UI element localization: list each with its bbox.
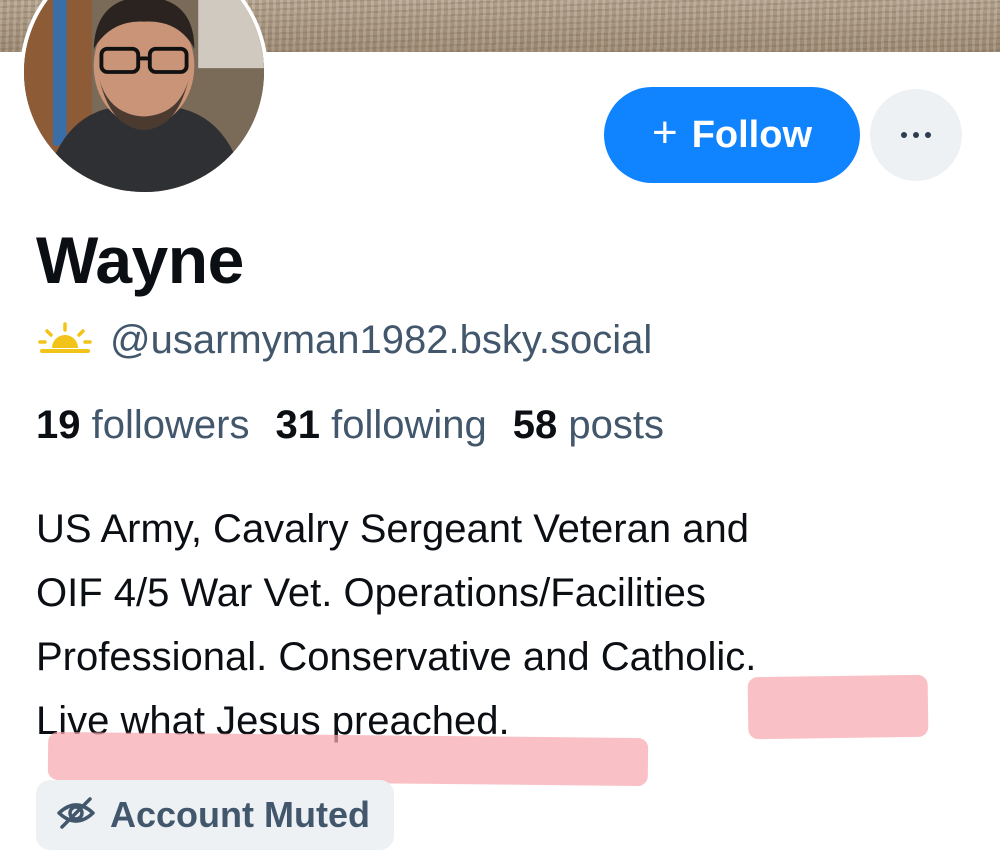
highlight-mark <box>47 731 649 787</box>
ellipsis-icon-dot <box>913 132 919 138</box>
plus-icon: + <box>651 108 678 157</box>
display-name: Wayne <box>36 223 244 297</box>
bio-line: OIF 4/5 War Vet. Operations/Facilities <box>36 571 706 615</box>
posts-count: 58 <box>512 403 558 447</box>
following-count: 31 <box>275 403 320 447</box>
eye-slash-icon <box>56 795 96 836</box>
follow-label: Follow <box>691 113 812 156</box>
bio-line: US Army, Cavalry Sergeant Veteran and <box>36 507 749 551</box>
avatar[interactable] <box>20 0 268 196</box>
account-muted-badge: Account Muted <box>36 780 394 850</box>
ellipsis-icon <box>901 132 907 138</box>
more-options-button[interactable] <box>870 89 962 181</box>
followers-link[interactable]: 19 followers <box>36 403 249 448</box>
highlight-mark <box>747 674 929 740</box>
followers-label: followers <box>91 403 250 447</box>
following-label: following <box>331 403 487 447</box>
profile-stats: 19 followers 31 following 58 posts <box>36 403 664 448</box>
followers-count: 19 <box>36 403 81 447</box>
avatar-photo <box>24 0 264 192</box>
profile-handle[interactable]: @usarmyman1982.bsky.social <box>110 318 652 363</box>
account-muted-label: Account Muted <box>110 794 370 835</box>
sun-icon <box>38 322 92 359</box>
follow-button[interactable]: + Follow <box>604 87 860 183</box>
posts-label: posts <box>568 403 664 447</box>
posts-stat: 58 posts <box>513 403 664 448</box>
following-link[interactable]: 31 following <box>275 403 486 448</box>
handle-row: @usarmyman1982.bsky.social <box>38 318 652 363</box>
ellipsis-icon-dot <box>925 132 931 138</box>
